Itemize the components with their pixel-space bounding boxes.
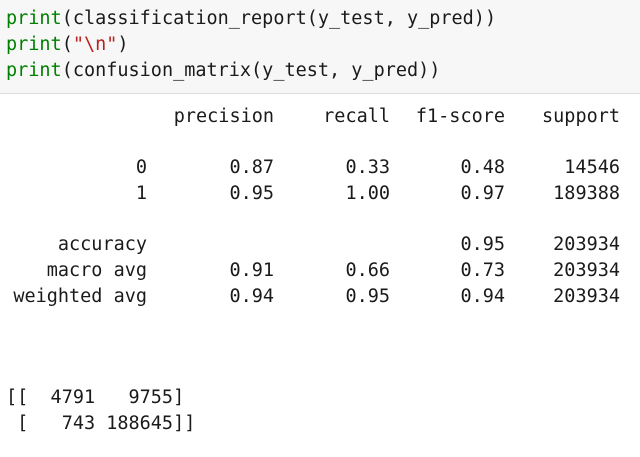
code-paren-close: ) — [117, 34, 129, 55]
cell-support: 203934 — [553, 234, 620, 255]
cell-precision: 0.94 — [229, 286, 274, 307]
code-args: (classification_report(y_test, y_pred)) — [61, 8, 497, 29]
header-recall: recall — [323, 106, 390, 127]
row-label: 0 — [135, 157, 147, 178]
cell-f1: 0.48 — [460, 157, 505, 178]
header-precision: precision — [173, 106, 274, 127]
cell-precision: 0.95 — [229, 183, 274, 204]
cell-precision: 0.91 — [229, 260, 274, 281]
print-keyword: print — [6, 60, 62, 81]
header-support: support — [542, 106, 620, 127]
code-args: (confusion_matrix(y_test, y_pred)) — [61, 60, 441, 81]
cell-recall: 1.00 — [345, 183, 390, 204]
matrix-line-2: [ 743 188645]] — [6, 413, 196, 434]
cell-recall: 0.33 — [345, 157, 390, 178]
cell-support: 14546 — [564, 157, 620, 178]
cell-recall: 0.66 — [345, 260, 390, 281]
print-keyword: print — [6, 34, 62, 55]
row-label: weighted avg — [13, 286, 147, 307]
cell-support: 203934 — [553, 260, 620, 281]
code-paren-open: ( — [61, 34, 73, 55]
row-label: 1 — [135, 183, 147, 204]
code-string: "\n" — [72, 34, 118, 55]
row-label: accuracy — [57, 234, 147, 255]
cell-f1: 0.97 — [460, 183, 505, 204]
code-line-3[interactable]: print(confusion_matrix(y_test, y_pred)) — [6, 58, 440, 84]
cell-support: 189388 — [553, 183, 620, 204]
code-line-1[interactable]: print(classification_report(y_test, y_pr… — [6, 6, 496, 32]
cell-recall — [290, 232, 390, 258]
matrix-line-1: [[ 4791 9755] — [6, 387, 185, 408]
cell-f1: 0.95 — [460, 234, 505, 255]
print-keyword: print — [6, 8, 62, 29]
cell-precision: 0.87 — [229, 157, 274, 178]
cell-recall: 0.95 — [345, 286, 390, 307]
cell-support: 203934 — [553, 286, 620, 307]
header-f1-score: f1-score — [415, 106, 505, 127]
cell-precision — [150, 232, 274, 258]
cell-f1: 0.94 — [460, 286, 505, 307]
code-line-2[interactable]: print("\n") — [6, 32, 129, 58]
code-cell[interactable]: print(classification_report(y_test, y_pr… — [0, 0, 640, 94]
cell-f1: 0.73 — [460, 260, 505, 281]
row-label: macro avg — [46, 260, 147, 281]
output-area: precision recall f1-score support 0 0.87… — [0, 95, 640, 457]
